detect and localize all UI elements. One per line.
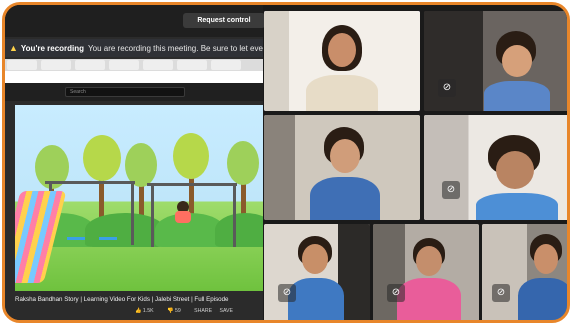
- face: [328, 33, 356, 67]
- recording-message: You are recording this meeting. Be sure …: [88, 44, 263, 53]
- shirt: [288, 278, 344, 320]
- shirt: [484, 81, 550, 111]
- face: [330, 139, 360, 173]
- video-player[interactable]: [15, 105, 263, 291]
- cartoon-character: [173, 201, 193, 225]
- warning-icon: ▲: [9, 43, 18, 53]
- participant-tile-teacher[interactable]: [264, 11, 420, 111]
- face: [302, 244, 328, 274]
- like-count: 1.5K: [142, 308, 154, 314]
- participant-tile[interactable]: ⊘: [424, 11, 567, 111]
- swing-frame: [147, 183, 237, 186]
- browser-tab[interactable]: [41, 60, 71, 70]
- participant-tile[interactable]: [264, 115, 420, 220]
- face: [502, 45, 532, 77]
- recording-banner: ▲ You're recording You are recording this …: [5, 39, 263, 57]
- swing-frame: [45, 181, 135, 184]
- dislike-button[interactable]: 👎 59: [167, 308, 187, 314]
- swing-seat: [99, 237, 117, 240]
- participant-tile[interactable]: ⊘: [373, 224, 479, 320]
- character-body: [175, 211, 191, 223]
- swing-pole: [233, 183, 236, 247]
- face: [496, 151, 534, 189]
- dislike-count: 59: [174, 308, 181, 314]
- browser-tab[interactable]: [211, 60, 241, 70]
- save-button[interactable]: SAVE: [220, 308, 233, 314]
- mic-off-icon: ⊘: [442, 181, 460, 199]
- bush: [215, 213, 263, 247]
- video-title: Raksha Bandhan Story | Learning Video Fo…: [15, 296, 229, 303]
- participant-tile[interactable]: ⊘: [424, 115, 567, 220]
- tree: [83, 135, 121, 181]
- video-site-header: Search: [5, 83, 263, 101]
- shirt: [310, 177, 380, 220]
- tree: [227, 141, 259, 185]
- meeting-frame: ▲ You're recording You are recording this …: [2, 2, 570, 323]
- address-bar[interactable]: [5, 71, 263, 83]
- like-button[interactable]: 👍 1.5K: [135, 308, 160, 314]
- shirt: [306, 75, 378, 111]
- browser-tab[interactable]: [7, 60, 37, 70]
- participant-tile[interactable]: ⊘: [264, 224, 370, 320]
- share-button[interactable]: SHARE: [194, 308, 212, 314]
- browser-tab[interactable]: [143, 60, 173, 70]
- shared-screen: ▲ You're recording You are recording this …: [5, 5, 263, 320]
- mic-off-icon: ⊘: [387, 284, 405, 302]
- face: [534, 244, 558, 274]
- swing-seat: [67, 237, 85, 240]
- browser-tab[interactable]: [177, 60, 207, 70]
- search-input[interactable]: Search: [65, 87, 185, 97]
- swing-pole: [151, 183, 154, 247]
- shirt: [518, 278, 567, 320]
- face: [416, 246, 442, 276]
- shirt: [476, 193, 558, 220]
- tree: [173, 133, 209, 179]
- browser-tab[interactable]: [109, 60, 139, 70]
- participant-tile[interactable]: ⊘: [482, 224, 567, 320]
- mic-off-icon: ⊘: [278, 284, 296, 302]
- video-actions: 👍 1.5K 👎 59 SHARE SAVE: [135, 306, 263, 316]
- mic-off-icon: ⊘: [492, 284, 510, 302]
- recording-title: You're recording: [20, 44, 85, 53]
- mic-off-icon: ⊘: [438, 79, 456, 97]
- browser-tab[interactable]: [75, 60, 105, 70]
- request-control-button[interactable]: Request control: [183, 13, 265, 28]
- browser-tabs: [5, 59, 263, 71]
- shirt: [397, 278, 461, 320]
- swing-pole: [131, 181, 134, 245]
